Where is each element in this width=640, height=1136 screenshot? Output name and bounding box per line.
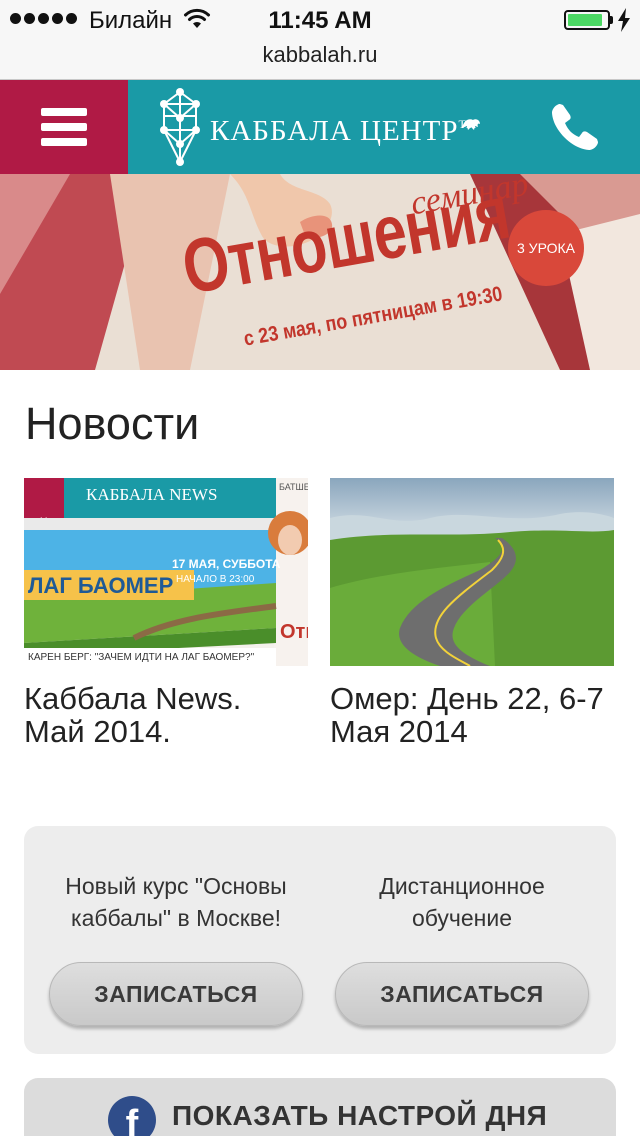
svg-text:БАТШЕ: БАТШЕ [279, 482, 308, 492]
battery-tip [610, 16, 613, 24]
svg-text:КАРЕН БЕРГ: "ЗАЧЕМ ИДТИ НА ЛАГ: КАРЕН БЕРГ: "ЗАЧЕМ ИДТИ НА ЛАГ БАОМЕР?" [28, 652, 255, 663]
news-card[interactable]: Омер: День 22, 6-7 Мая 2014 [330, 478, 614, 748]
phone-icon[interactable] [548, 100, 602, 154]
banner-badge: 3 УРОКА [508, 210, 584, 286]
battery-level [568, 14, 603, 26]
battery-icon [564, 10, 610, 30]
svg-text:ЛАГ БАОМЕР: ЛАГ БАОМЕР [28, 573, 173, 598]
tree-of-life-icon [160, 88, 200, 166]
course-description: Новый курс "Основы каббалы" в Москве! [65, 873, 287, 931]
charging-icon [618, 8, 630, 32]
svg-text:17 МАЯ, СУББОТА: 17 МАЯ, СУББОТА [172, 557, 281, 571]
facebook-icon: f [108, 1096, 156, 1136]
show-mood-label: ПОКАЗАТЬ НАСТРОЙ ДНЯ [172, 1100, 548, 1131]
svg-text:НАЧАЛО В 23:00: НАЧАЛО В 23:00 [176, 574, 255, 585]
news-card[interactable]: Москва КАББАЛА NEWS ЛАГ БАОМЕР 17 МАЯ, С… [24, 478, 308, 748]
course-signup: Новый курс "Основы каббалы" в Москве! ЗА… [48, 870, 304, 1026]
distance-learning-signup: Дистанционное обучение ЗАПИСАТЬСЯ [334, 870, 590, 1026]
svg-text:КАББАЛА NEWS: КАББАЛА NEWS [86, 485, 217, 504]
svg-text:Отн: Отн [280, 621, 308, 643]
signup-button[interactable]: ЗАПИСАТЬСЯ [49, 962, 303, 1026]
logo-text: КАББАЛА ЦЕНТРTM [210, 115, 476, 147]
course-description: Дистанционное обучение [379, 873, 545, 931]
news-caption[interactable]: Каббала News. Май 2014. [24, 682, 308, 748]
url-text[interactable]: kabbalah.ru [0, 42, 640, 68]
signup-button[interactable]: ЗАПИСАТЬСЯ [335, 962, 589, 1026]
site-header: КАББАЛА ЦЕНТРTM [0, 80, 640, 174]
status-bar: Билайн 11:45 AM [0, 0, 640, 40]
signup-panel: Новый курс "Основы каббалы" в Москве! ЗА… [24, 826, 616, 1054]
news-thumbnail-newsletter[interactable]: Москва КАББАЛА NEWS ЛАГ БАОМЕР 17 МАЯ, С… [24, 478, 308, 666]
clock: 11:45 AM [268, 7, 372, 34]
news-thumbnail-road[interactable] [330, 478, 614, 666]
news-caption[interactable]: Омер: День 22, 6-7 Мая 2014 [330, 682, 614, 748]
lion-icon [462, 119, 480, 130]
logo[interactable]: КАББАЛА ЦЕНТРTM [158, 86, 488, 168]
show-mood-button[interactable]: f ПОКАЗАТЬ НАСТРОЙ ДНЯ [24, 1078, 616, 1136]
hamburger-menu-icon[interactable] [0, 80, 128, 174]
address-bar[interactable]: kabbalah.ru [0, 40, 640, 80]
seminar-banner[interactable]: семинар Отношения 3 УРОКА с 23 мая, по п… [0, 174, 640, 370]
news-heading: Новости [25, 398, 200, 449]
